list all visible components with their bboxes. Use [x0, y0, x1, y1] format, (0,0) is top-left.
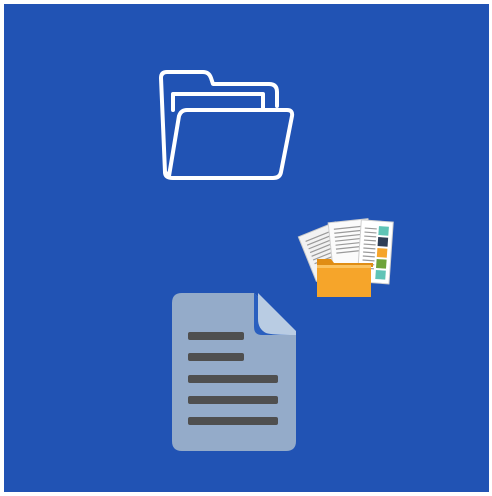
- text-document-icon: [172, 293, 296, 451]
- folder-open-outline-icon: [159, 70, 295, 180]
- icon-canvas: [0, 0, 492, 496]
- papers-in-folder-icon: [297, 218, 394, 297]
